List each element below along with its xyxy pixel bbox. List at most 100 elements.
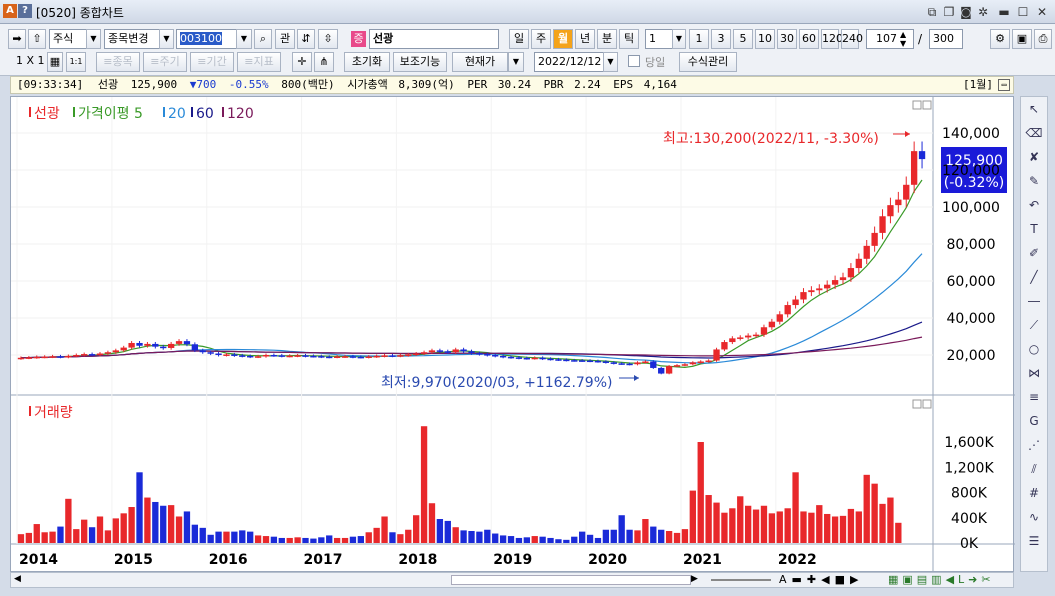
period-month[interactable]: 월 <box>553 29 573 49</box>
export-icons[interactable]: ▦▣▤▥◀L➜✂ <box>888 573 995 586</box>
volume-close-icon[interactable] <box>922 399 932 409</box>
chart-area[interactable]: 선광 가격이평 5 20 60 120 최고:130,200(2022/11, … <box>10 96 1015 573</box>
erase-all-icon[interactable]: ✘ <box>1024 147 1044 167</box>
volume-bar <box>721 512 728 543</box>
stepper-icon[interactable]: ⇳ <box>318 29 338 49</box>
sub-stock-button[interactable]: ≡종목 <box>96 52 140 72</box>
quick-unit-5[interactable]: 5 <box>733 29 753 49</box>
count-input[interactable]: 107 <box>866 29 914 49</box>
zoom-slider[interactable] <box>711 579 771 581</box>
aux-button[interactable]: 보조기능 <box>393 52 447 72</box>
unit-dropdown-icon[interactable]: ▼ <box>672 29 686 49</box>
period-year[interactable]: 년 <box>575 29 595 49</box>
text-tool-icon[interactable]: T <box>1024 219 1044 239</box>
volume-bar <box>658 529 665 543</box>
date-dropdown-icon[interactable]: ▼ <box>603 52 618 72</box>
nav-controls[interactable]: A▬✚◀■▶ <box>779 573 863 586</box>
quick-unit-240[interactable]: 240 <box>841 29 863 49</box>
scroll-thumb[interactable] <box>451 575 691 585</box>
minimize-icon[interactable]: ▬ <box>996 4 1012 20</box>
line-tool-icon[interactable]: ╱ <box>1024 267 1044 287</box>
gann-icon[interactable]: G <box>1024 411 1044 431</box>
hline-icon[interactable]: ― <box>1024 291 1044 311</box>
candle <box>144 343 151 346</box>
one-by-one-icon[interactable]: 1:1 <box>66 52 86 72</box>
send-icon[interactable]: ➡ <box>8 29 26 49</box>
change-dropdown-icon[interactable]: ▼ <box>159 29 174 49</box>
sub-range-button[interactable]: ≡기간 <box>190 52 234 72</box>
scroll-right-icon[interactable]: ▶ <box>691 574 698 584</box>
period-minute[interactable]: 분 <box>597 29 617 49</box>
quick-unit-30[interactable]: 30 <box>777 29 797 49</box>
volume-bar <box>262 536 270 543</box>
scroll-left-icon[interactable]: ◀ <box>14 574 21 584</box>
chart-svg[interactable]: 선광 가격이평 5 20 60 120 최고:130,200(2022/11, … <box>11 97 1015 573</box>
quick-unit-10[interactable]: 10 <box>755 29 775 49</box>
quick-unit-1[interactable]: 1 <box>689 29 709 49</box>
eraser-icon[interactable]: ⌫ <box>1024 123 1044 143</box>
period-day[interactable]: 일 <box>509 29 529 49</box>
print-icon[interactable]: ⎙ <box>1034 29 1052 49</box>
quick-unit-3[interactable]: 3 <box>711 29 731 49</box>
today-checkbox[interactable] <box>628 55 640 67</box>
volume-bar <box>57 526 64 543</box>
sub-period-button[interactable]: ≡주기 <box>143 52 187 72</box>
candle <box>223 354 230 356</box>
quick-unit-120[interactable]: 120 <box>821 29 843 49</box>
count-stepper-icon[interactable]: ▲ ▼ <box>900 30 906 48</box>
reset-button[interactable]: 초기화 <box>344 52 390 72</box>
info-window-icon[interactable]: ▭ <box>998 79 1010 91</box>
quick-unit-60[interactable]: 60 <box>799 29 819 49</box>
formula-button[interactable]: 수식관리 <box>679 52 737 72</box>
candle <box>484 354 491 356</box>
search-icon[interactable]: ⌕ <box>254 29 272 49</box>
copy-icon[interactable]: ❐ <box>941 4 957 20</box>
layout-label[interactable]: 1 X 1 <box>16 54 45 67</box>
fibo-icon[interactable]: ≡ <box>1024 387 1044 407</box>
maximize-icon[interactable]: ☐ <box>1015 4 1031 20</box>
candle <box>112 350 119 353</box>
volume-bar <box>136 472 143 543</box>
pointer-icon[interactable]: ↖ <box>1024 99 1044 119</box>
volume-bar <box>847 508 855 543</box>
settings-icon[interactable]: ⚙ <box>990 29 1010 49</box>
channel-icon[interactable]: ⫽ <box>1024 459 1044 479</box>
pattern-icon[interactable]: ⋈ <box>1024 363 1044 383</box>
circle-icon[interactable]: ○ <box>1024 339 1044 359</box>
auto-icon[interactable]: ☰ <box>1024 531 1044 551</box>
price-type-dropdown-icon[interactable]: ▼ <box>508 52 524 72</box>
pen-icon[interactable]: ✐ <box>1024 243 1044 263</box>
save-icon[interactable]: ▣ <box>1012 29 1032 49</box>
camera-icon[interactable]: ◙ <box>958 4 974 20</box>
candle <box>254 356 262 358</box>
fan-icon[interactable]: ⋰ <box>1024 435 1044 455</box>
wave-icon[interactable]: ∿ <box>1024 507 1044 527</box>
undo-icon[interactable]: ↶ <box>1024 195 1044 215</box>
magic-icon[interactable]: ✎ <box>1024 171 1044 191</box>
market-dropdown-icon[interactable]: ▼ <box>86 29 101 49</box>
pin-icon[interactable]: ⇧ <box>28 29 46 49</box>
grid-icon[interactable]: ▦ <box>47 52 63 72</box>
help-icon[interactable]: ? <box>18 4 32 18</box>
ray-icon[interactable]: ⟋ <box>1024 315 1044 335</box>
volume-restore-icon[interactable] <box>912 399 922 409</box>
gwan-button[interactable]: 관 <box>275 29 295 49</box>
candle <box>808 290 815 293</box>
link-icon[interactable]: ⧉ <box>924 4 940 20</box>
fork-icon[interactable]: ⋔ <box>314 52 334 72</box>
crosshair-icon[interactable]: ✛ <box>292 52 312 72</box>
period-week[interactable]: 주 <box>531 29 551 49</box>
sub-indicator-button[interactable]: ≡지표 <box>237 52 281 72</box>
volume-bar <box>223 531 230 543</box>
low-annotation: 최저:9,970(2020/03, +1162.79%) <box>381 375 612 391</box>
close-icon[interactable]: ✕ <box>1034 4 1050 20</box>
price-type-button[interactable]: 현재가 <box>452 52 508 72</box>
code-dropdown-icon[interactable]: ▼ <box>236 29 252 49</box>
stock-badge: 증 <box>351 31 366 47</box>
gear-icon[interactable]: ✲ <box>975 4 991 20</box>
candle <box>207 352 214 354</box>
sync-icon[interactable]: ⇵ <box>297 29 315 49</box>
period-tick[interactable]: 틱 <box>619 29 639 49</box>
info-eps-label: EPS <box>613 78 634 91</box>
grid-lines-icon[interactable]: # <box>1024 483 1044 503</box>
